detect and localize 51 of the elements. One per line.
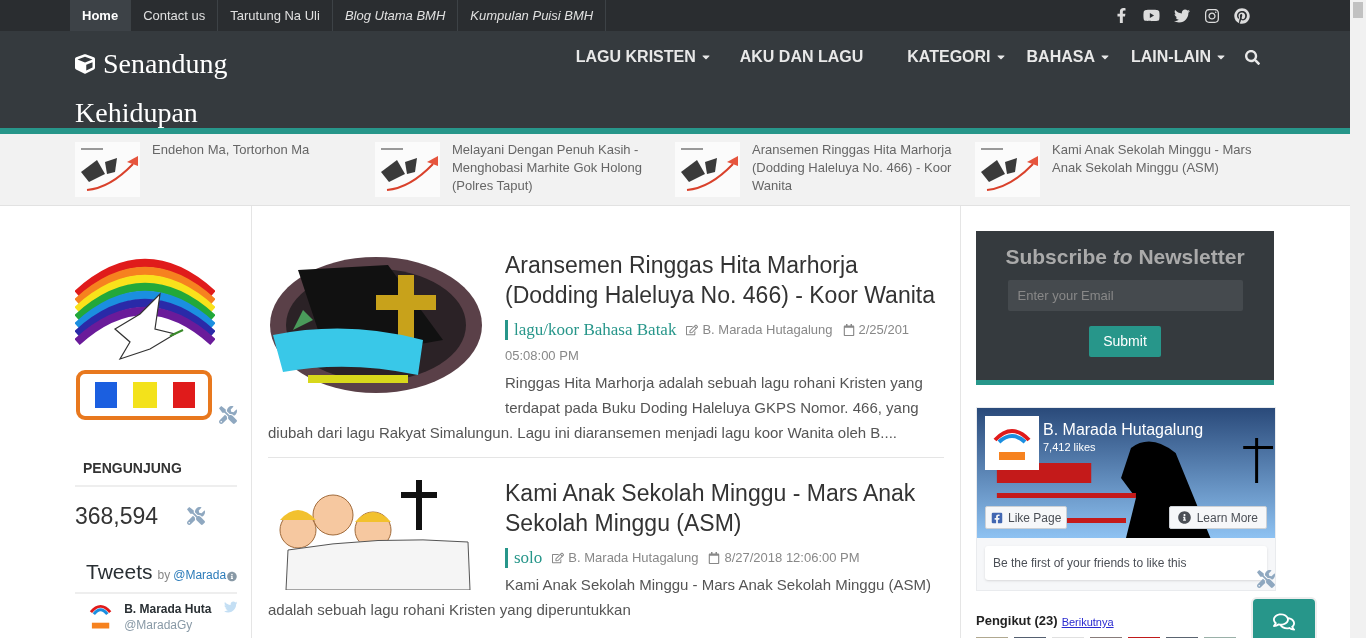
calendar-icon xyxy=(708,551,721,564)
nav-menu-item[interactable]: AKU DAN LAGU xyxy=(721,45,898,69)
recent-post-link[interactable]: Aransemen Ringgas Hita Marhorja (Dodding Haleluya No. 466) - Koor Wanita xyxy=(752,141,964,205)
twitter-handle-link[interactable]: @Marada xyxy=(173,565,227,584)
cube-icon xyxy=(75,53,95,74)
post-time: 05:08:00 PM xyxy=(504,347,580,365)
top-menu-link[interactable]: Home xyxy=(70,0,132,31)
twitter-icon[interactable] xyxy=(1174,7,1190,24)
followers-title: Pengikut (23) xyxy=(976,612,1058,630)
widget-title: PENGUNJUNG xyxy=(75,458,237,487)
recent-post-link[interactable]: Melayani Dengan Penuh Kasih - Menghobasi Marhite Gok Holong (Polres Taput) xyxy=(452,141,664,205)
newsletter-title: Subscribe to Newsletter xyxy=(1005,244,1245,270)
friends-text: Be the first of your friends to like this xyxy=(993,555,1187,572)
chat-button[interactable] xyxy=(1251,597,1317,638)
post-category[interactable]: lagu/koor Bahasa Batak xyxy=(505,320,677,340)
tweets-by: by xyxy=(157,566,171,584)
twitter-bird-icon xyxy=(223,599,237,614)
recent-post-link[interactable]: Endehon Ma, Tortorhon Ma xyxy=(152,141,364,205)
followers-link[interactable]: Berikutnya xyxy=(1061,614,1114,631)
nav-menu-item[interactable]: BAHASA xyxy=(1016,45,1121,69)
email-field[interactable]: Enter your Email xyxy=(1007,279,1243,311)
post-excerpt: Kami Anak Sekolah Minggu - Mars Anak Sekolah Minggu (ASM) adalah sebuah lagu rohani Kristen yang diperuntukkan xyxy=(268,574,933,620)
recent-post-link[interactable]: Kami Anak Sekolah Minggu - Mars Anak Sekolah Minggu (ASM) xyxy=(1052,141,1264,205)
chat-icon xyxy=(1273,611,1295,633)
post-title[interactable]: Kami Anak Sekolah Minggu - Mars Anak Sekolah Minggu (ASM) xyxy=(268,477,944,538)
post-author: B. Marada Hutagalung xyxy=(702,321,833,340)
search-icon[interactable] xyxy=(1245,50,1260,65)
edit-icon xyxy=(552,551,565,564)
facebook-icon[interactable] xyxy=(1114,8,1129,23)
nav-menu-item[interactable]: KATEGORI xyxy=(897,45,1017,69)
tweets-title: Tweets xyxy=(86,559,153,584)
youtube-icon[interactable] xyxy=(1143,7,1160,24)
tweet-handle: @MaradaGy xyxy=(124,617,194,632)
post-date: 8/27/2018 12:06:00 PM xyxy=(724,548,860,567)
post-date: 2/25/201 xyxy=(858,321,910,340)
pinterest-icon[interactable] xyxy=(1234,7,1250,24)
submit-button[interactable]: Submit xyxy=(1089,325,1161,357)
calendar-icon xyxy=(842,324,855,336)
nav-menu-item[interactable]: LAIN-LAIN xyxy=(1121,45,1237,69)
scrollbar[interactable] xyxy=(1350,0,1366,638)
instagram-icon[interactable] xyxy=(1204,7,1220,24)
site-title[interactable]: Senandung Kehidupan xyxy=(75,39,275,137)
tweet-author: B. Marada Huta xyxy=(124,600,212,618)
visitor-count: 368,594 xyxy=(75,502,160,531)
post-author: B. Marada Hutagalung xyxy=(568,548,699,567)
post-excerpt: Ringgas Hita Marhorja adalah sebuah lagu rohani Kristen yang terdapat pada Buku Doding Haleluya GKPS Nomor. 466, yang diubah dari lagu Rakyat Simalungun. Lagu ini diaransemen menjadi lagu koor Wanita oleh B.... xyxy=(268,372,924,443)
nav-menu-item[interactable]: LAGU KRISTEN xyxy=(565,45,722,69)
post-title[interactable]: Aransemen Ringgas Hita Marhorja (Dodding Haleluya No. 466) - Koor Wanita xyxy=(268,250,944,310)
post-category[interactable]: solo xyxy=(505,547,543,568)
edit-icon xyxy=(686,324,699,336)
info-icon[interactable] xyxy=(227,570,237,582)
